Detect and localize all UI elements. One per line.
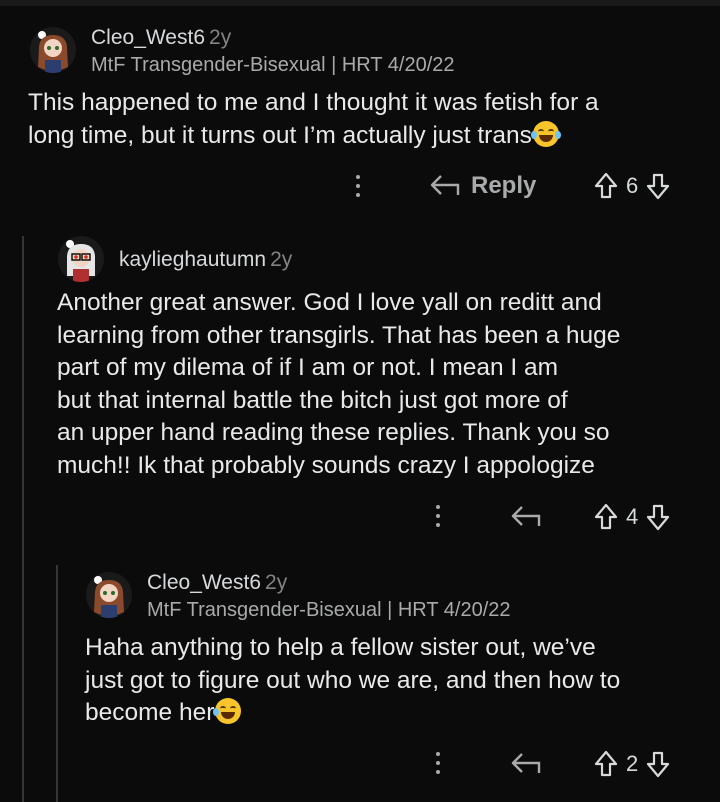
upvote-arrow-icon[interactable] <box>594 750 618 778</box>
comment-line: an upper hand reading these replies. Tha… <box>57 419 610 446</box>
comment-line: part of my dilema of if I am or not. I m… <box>57 354 559 381</box>
comment-line: Another great answer. God I love yall on… <box>57 289 602 316</box>
more-options-kebab-icon[interactable] <box>435 505 441 531</box>
timestamp: 2y <box>270 248 293 271</box>
downvote-arrow-icon[interactable] <box>646 172 670 200</box>
timestamp: 2y <box>209 26 232 49</box>
user-flair: MtF Transgender-Bisexual | HRT 4/20/22 <box>147 599 511 621</box>
grinning-sweat-emoji-icon <box>213 698 242 724</box>
reply-arrow-icon <box>430 175 460 195</box>
avatar-icon <box>30 27 76 73</box>
upvote-arrow-icon[interactable] <box>594 503 618 531</box>
comment-line: This happened to me and I thought it was… <box>28 89 599 116</box>
vote-controls: 2 <box>594 750 670 778</box>
comment-body: Another great answer. God I love yall on… <box>57 287 620 482</box>
upvote-arrow-icon[interactable] <box>594 172 618 200</box>
username[interactable]: Cleo_West6 2y <box>91 26 231 50</box>
reply-button[interactable] <box>510 503 542 531</box>
top-edge-bar <box>0 0 720 6</box>
comment-line: much!! Ik that probably sounds crazy I a… <box>57 451 595 479</box>
avatar[interactable] <box>30 27 76 73</box>
username[interactable]: Cleo_West6 2y <box>147 571 287 595</box>
comment-body: Haha anything to help a fellow sister ou… <box>85 632 620 730</box>
thread-line-level-2[interactable] <box>56 565 58 802</box>
username-text[interactable]: Cleo_West6 <box>147 571 261 594</box>
comment-line: learning from other transgirls. That has… <box>57 321 621 349</box>
comment-body: This happened to me and I thought it was… <box>28 87 599 152</box>
reply-label: Reply <box>471 172 537 199</box>
more-options-kebab-icon[interactable] <box>355 175 361 201</box>
downvote-arrow-icon[interactable] <box>646 503 670 531</box>
comment-line: just got to figure out who we are, and t… <box>85 666 621 694</box>
comment-line: but that internal battle the bitch just … <box>57 386 568 414</box>
comment-line: Haha anything to help a fellow sister ou… <box>85 634 596 661</box>
laughing-tears-emoji-icon <box>530 120 561 147</box>
vote-score: 4 <box>626 504 639 529</box>
reply-button[interactable]: Reply <box>429 172 536 200</box>
username[interactable]: kaylieghautumn 2y <box>119 248 292 272</box>
avatar-icon <box>58 236 104 282</box>
more-options-kebab-icon[interactable] <box>435 752 441 778</box>
vote-controls: 4 <box>594 503 670 531</box>
timestamp: 2y <box>265 571 288 594</box>
vote-controls: 6 <box>594 172 670 200</box>
thread-line-level-1[interactable] <box>22 236 24 802</box>
username-text[interactable]: kaylieghautumn <box>119 248 266 271</box>
vote-score: 2 <box>626 751 639 776</box>
comment-line: long time, but it turns out I’m actually… <box>28 121 532 149</box>
reply-button[interactable] <box>510 750 542 778</box>
reply-arrow-icon <box>511 506 541 526</box>
avatar[interactable] <box>58 236 104 282</box>
downvote-arrow-icon[interactable] <box>646 750 670 778</box>
username-text[interactable]: Cleo_West6 <box>91 26 205 49</box>
avatar-icon <box>86 572 132 618</box>
vote-score: 6 <box>626 173 639 198</box>
reply-arrow-icon <box>511 753 541 773</box>
comment-line: become her <box>85 699 215 726</box>
avatar[interactable] <box>86 572 132 618</box>
user-flair: MtF Transgender-Bisexual | HRT 4/20/22 <box>91 54 455 76</box>
